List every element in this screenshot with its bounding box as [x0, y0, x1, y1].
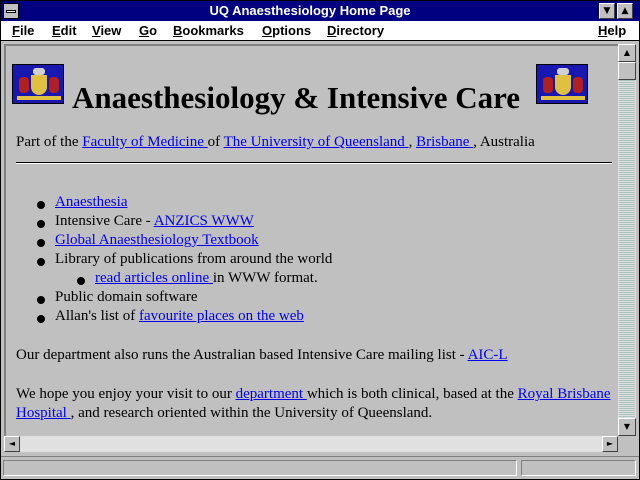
uq-crest-logo-right	[536, 64, 588, 104]
royal-brisbane-hospital-link[interactable]: Royal Brisbane	[518, 386, 611, 402]
list-item: Library of publications from around the …	[55, 251, 333, 267]
vertical-scroll-thumb[interactable]	[618, 62, 636, 80]
menu-bookmarks[interactable]: Bookmarks	[173, 23, 244, 38]
menu-view[interactable]: View	[92, 23, 121, 38]
horizontal-scrollbar[interactable]: ◄ ►	[4, 436, 618, 452]
aic-l-link[interactable]: AIC-L	[468, 347, 508, 363]
bullet-icon	[37, 315, 45, 323]
anaesthesia-link[interactable]: Anaesthesia	[55, 194, 127, 210]
progress-indicator	[521, 460, 636, 476]
page-heading: Anaesthesiology & Intensive Care	[72, 80, 521, 115]
system-menu-icon	[6, 10, 16, 13]
anzics-link[interactable]: ANZICS WWW	[154, 213, 254, 229]
bullet-icon	[37, 296, 45, 304]
faculty-of-medicine-link[interactable]: Faculty of Medicine	[82, 134, 207, 150]
list-item: Global Anaesthesiology Textbook	[55, 232, 259, 249]
menu-go[interactable]: Go	[139, 23, 157, 38]
uq-crest-logo-left	[12, 64, 64, 104]
vertical-scrollbar[interactable]: ▲ ▼	[618, 44, 636, 436]
uq-link[interactable]: The University of Queensland	[224, 134, 409, 150]
minimize-button[interactable]: ▼	[599, 3, 615, 19]
textbook-link[interactable]: Global Anaesthesiology Textbook	[55, 232, 259, 248]
bullet-icon	[37, 220, 45, 228]
list-item: Intensive Care - ANZICS WWW	[55, 213, 254, 229]
menu-bar: File Edit View Go Bookmarks Options Dire…	[1, 21, 639, 41]
bullet-icon	[37, 239, 45, 247]
department-link[interactable]: department	[236, 386, 307, 402]
list-item: Public domain software	[55, 289, 198, 305]
list-item: Allan's list of favourite places on the …	[55, 308, 304, 324]
closing-paragraph-line2: Hospital , and research oriented within …	[16, 405, 433, 421]
brisbane-link[interactable]: Brisbane	[416, 134, 473, 150]
menu-options[interactable]: Options	[262, 23, 311, 38]
menu-file-rest: ile	[19, 23, 35, 38]
window-title: UQ Anaesthesiology Home Page	[209, 3, 411, 18]
closing-paragraph-line1: We hope you enjoy your visit to our depa…	[16, 386, 611, 402]
read-articles-link[interactable]: read articles online	[95, 270, 213, 286]
horizontal-rule	[16, 162, 612, 164]
page-content: Anaesthesiology & Intensive Care Part of…	[4, 44, 618, 436]
system-menu-button[interactable]	[3, 3, 19, 19]
list-item: read articles online in WWW format.	[95, 270, 318, 286]
mailing-list-paragraph: Our department also runs the Australian …	[16, 347, 508, 363]
vertical-scroll-track[interactable]	[619, 80, 635, 418]
scroll-left-button[interactable]: ◄	[4, 436, 20, 452]
list-item: Anaesthesia	[55, 194, 127, 211]
royal-brisbane-hospital-link-cont[interactable]: Hospital	[16, 405, 71, 421]
menu-help[interactable]: Help	[598, 23, 626, 38]
bullet-icon	[77, 277, 85, 285]
scroll-down-button[interactable]: ▼	[618, 418, 636, 436]
bullet-icon	[37, 201, 45, 209]
intro-paragraph: Part of the Faculty of Medicine of The U…	[16, 134, 535, 150]
status-text-field	[3, 460, 517, 476]
menu-directory[interactable]: Directory	[327, 23, 384, 38]
favourite-places-link[interactable]: favourite places on the web	[139, 308, 304, 324]
menu-file[interactable]: File	[12, 23, 34, 38]
menu-edit[interactable]: Edit	[52, 23, 77, 38]
scroll-right-button[interactable]: ►	[602, 436, 618, 452]
scroll-up-button[interactable]: ▲	[618, 44, 636, 62]
maximize-button[interactable]: ▲	[617, 3, 633, 19]
bullet-icon	[37, 258, 45, 266]
